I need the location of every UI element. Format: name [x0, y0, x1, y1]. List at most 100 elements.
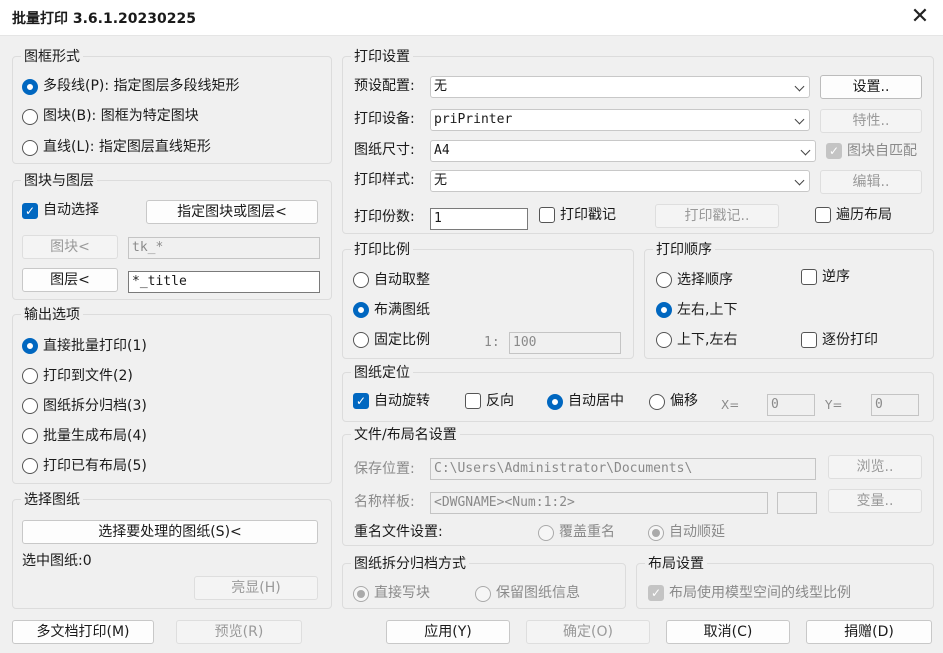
- output-direct-radio[interactable]: [22, 338, 38, 354]
- frame-block-label: 图块(B): 图框为特定图块: [43, 108, 199, 124]
- traverse-label: 遍历布局: [836, 207, 892, 223]
- auto-match-checkbox[interactable]: ✓: [826, 143, 842, 159]
- style-select[interactable]: 无: [430, 170, 810, 192]
- order-selection-label: 选择顺序: [677, 272, 733, 288]
- layer-pick-button[interactable]: 图层<: [22, 268, 118, 292]
- stamp-label: 打印戳记: [560, 207, 616, 223]
- browse-button[interactable]: 浏览..: [828, 455, 922, 479]
- linetype-scale-label: 布局使用模型空间的线型比例: [669, 585, 851, 601]
- chevron-down-icon: [794, 175, 805, 186]
- linetype-scale-checkbox[interactable]: ✓: [648, 585, 664, 601]
- position-title: 图纸定位: [351, 364, 413, 382]
- close-icon[interactable]: ✕: [897, 0, 943, 36]
- output-layout-radio[interactable]: [22, 428, 38, 444]
- flip-label: 反向: [486, 393, 514, 409]
- offset-x-field[interactable]: 0: [767, 394, 815, 416]
- chevron-down-icon: [800, 145, 811, 156]
- block-name-field[interactable]: tk_*: [128, 237, 320, 259]
- device-value: priPrinter: [434, 112, 513, 127]
- preset-select[interactable]: 无: [430, 76, 810, 98]
- auto-rotate-checkbox[interactable]: ✓: [353, 393, 369, 409]
- auto-select-checkbox[interactable]: ✓: [22, 203, 38, 219]
- output-existing-label: 打印已有布局(5): [43, 458, 147, 474]
- output-direct-label: 直接批量打印(1): [43, 338, 147, 354]
- frame-polyline-radio[interactable]: [22, 79, 38, 95]
- save-location-label: 保存位置:: [354, 461, 415, 477]
- select-sheets-button[interactable]: 选择要处理的图纸(S)<: [22, 520, 318, 544]
- file-naming-title: 文件/布局名设置: [351, 426, 460, 444]
- device-label: 打印设备:: [354, 111, 415, 127]
- device-select[interactable]: priPrinter: [430, 109, 810, 131]
- center-radio[interactable]: [547, 394, 563, 410]
- offset-y-field[interactable]: 0: [871, 394, 919, 416]
- style-label: 打印样式:: [354, 172, 415, 188]
- select-sheets-title: 选择图纸: [21, 491, 83, 509]
- offset-radio[interactable]: [649, 394, 665, 410]
- split-direct-radio[interactable]: [353, 586, 369, 602]
- auto-increment-label: 自动顺延: [669, 524, 725, 540]
- split-keep-info-radio[interactable]: [475, 586, 491, 602]
- output-split-radio[interactable]: [22, 398, 38, 414]
- frame-block-radio[interactable]: [22, 109, 38, 125]
- output-file-label: 打印到文件(2): [43, 368, 133, 384]
- layer-name-field[interactable]: *_title: [128, 271, 320, 293]
- order-title: 打印顺序: [653, 241, 715, 259]
- scale-fixed-radio[interactable]: [353, 332, 369, 348]
- reverse-checkbox[interactable]: [801, 269, 817, 285]
- scale-ratio-field[interactable]: 100: [509, 332, 621, 354]
- setup-button[interactable]: 设置..: [820, 75, 922, 99]
- offset-label: 偏移: [670, 393, 698, 409]
- properties-button[interactable]: 特性..: [820, 109, 922, 133]
- paper-value: A4: [434, 143, 450, 158]
- frame-line-radio[interactable]: [22, 140, 38, 156]
- apply-button[interactable]: 应用(Y): [386, 620, 510, 644]
- scale-auto-radio[interactable]: [353, 272, 369, 288]
- stamp-settings-button[interactable]: 打印戳记..: [655, 204, 779, 228]
- auto-increment-radio[interactable]: [648, 525, 664, 541]
- layout-settings-title: 布局设置: [645, 555, 707, 573]
- name-pattern-extra-field[interactable]: [777, 492, 817, 514]
- output-existing-radio[interactable]: [22, 458, 38, 474]
- scale-title: 打印比例: [351, 241, 413, 259]
- multi-doc-print-button[interactable]: 多文档打印(M): [12, 620, 154, 644]
- scale-fit-radio[interactable]: [353, 302, 369, 318]
- copies-field[interactable]: 1: [430, 208, 528, 230]
- paper-label: 图纸尺寸:: [354, 142, 415, 158]
- split-direct-label: 直接写块: [374, 585, 430, 601]
- frame-polyline-label: 多段线(P): 指定图层多段线矩形: [43, 78, 240, 94]
- overwrite-radio[interactable]: [538, 525, 554, 541]
- selected-count: 选中图纸:0: [22, 553, 92, 569]
- donate-button[interactable]: 捐赠(D): [806, 620, 932, 644]
- order-lr-radio[interactable]: [656, 302, 672, 318]
- highlight-button[interactable]: 亮显(H): [194, 576, 318, 600]
- title-bar: 批量打印 3.6.1.20230225 ✕: [0, 0, 943, 36]
- specify-block-layer-button[interactable]: 指定图块或图层<: [146, 200, 318, 224]
- paper-select[interactable]: A4: [430, 140, 816, 162]
- edit-style-button[interactable]: 编辑..: [820, 170, 922, 194]
- output-file-radio[interactable]: [22, 368, 38, 384]
- variables-button[interactable]: 变量..: [828, 489, 922, 513]
- order-lr-label: 左右,上下: [677, 302, 738, 318]
- cancel-button[interactable]: 取消(C): [666, 620, 790, 644]
- block-pick-button[interactable]: 图块<: [22, 235, 118, 259]
- preset-value: 无: [434, 79, 448, 94]
- stamp-checkbox[interactable]: [539, 207, 555, 223]
- flip-checkbox[interactable]: [465, 393, 481, 409]
- traverse-checkbox[interactable]: [815, 207, 831, 223]
- copies-label: 打印份数:: [354, 209, 415, 225]
- order-selection-radio[interactable]: [656, 272, 672, 288]
- scale-fit-label: 布满图纸: [374, 302, 430, 318]
- collate-checkbox[interactable]: [801, 332, 817, 348]
- center-label: 自动居中: [568, 393, 624, 409]
- order-tb-radio[interactable]: [656, 332, 672, 348]
- split-keep-info-label: 保留图纸信息: [496, 585, 580, 601]
- offset-y-label: Y=: [825, 398, 843, 412]
- chevron-down-icon: [794, 81, 805, 92]
- preview-button[interactable]: 预览(R): [176, 620, 302, 644]
- save-location-field[interactable]: C:\Users\Administrator\Documents\: [430, 458, 816, 480]
- name-pattern-field[interactable]: <DWGNAME><Num:1:2>: [430, 492, 768, 514]
- overwrite-label: 覆盖重名: [559, 524, 615, 540]
- ok-button[interactable]: 确定(O): [526, 620, 650, 644]
- scale-ratio-prefix: 1:: [484, 335, 500, 350]
- output-title: 输出选项: [21, 306, 83, 324]
